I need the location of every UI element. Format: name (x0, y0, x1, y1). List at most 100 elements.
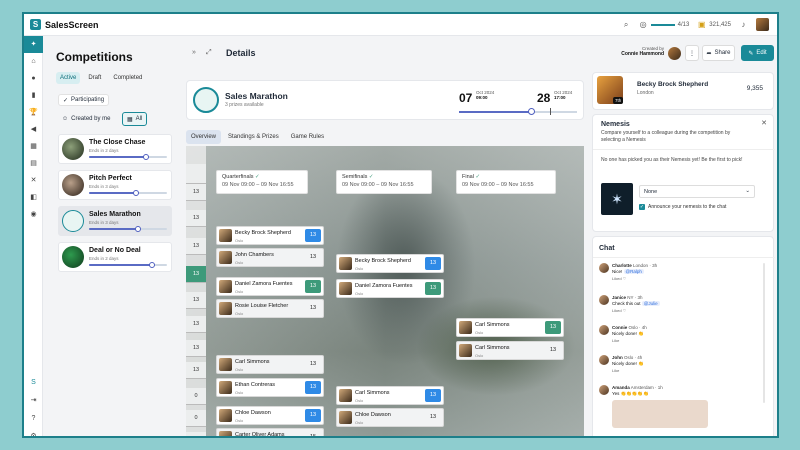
filter-participating-label: Participating (71, 97, 105, 103)
filter-all[interactable]: ▦ All (122, 112, 148, 126)
announce-checkbox[interactable]: ✓ (639, 204, 645, 210)
bracket-participant[interactable]: Daniel Zamora Fuentes Oslo 13 (216, 277, 324, 296)
competition-thumb (62, 246, 84, 268)
participant-score: 13 (425, 389, 441, 402)
bracket-participant[interactable]: Carl Simmons Oslo 13 (456, 318, 564, 337)
settings-icon[interactable]: ⚙ (24, 428, 43, 436)
participant-score: 13 (549, 347, 557, 353)
layers-icon[interactable]: ◧ (24, 189, 43, 206)
avatar (599, 385, 609, 395)
message-image[interactable] (612, 400, 708, 428)
like-button[interactable]: Liked (612, 276, 622, 281)
bracket-participant[interactable]: Ethan Contreras Oslo 13 (216, 378, 324, 397)
like-button[interactable]: Like (612, 338, 619, 343)
competition-progress (89, 226, 167, 232)
target-icon: ◎ (639, 20, 647, 29)
tab-active[interactable]: Active (56, 72, 81, 84)
filter-participating[interactable]: ✓ Participating (58, 94, 110, 106)
participant-name: Carl Simmons (475, 322, 510, 328)
like-button[interactable]: Like (612, 368, 619, 373)
tab-overview[interactable]: Overview (186, 130, 222, 144)
position-cell: 13 (186, 316, 206, 333)
competition-card[interactable]: Deal or No Deal Ends in 2 days (58, 242, 172, 272)
participant-name: Carter Oliver Adams (235, 432, 285, 438)
filter-created-by-me[interactable]: ☺ Created by me (58, 112, 115, 126)
announce-label: Announce your nemesis to the chat (648, 204, 727, 210)
participant-score: 13 (425, 282, 441, 295)
bracket-participant[interactable]: Chloe Dawson Oslo 13 (216, 406, 324, 425)
bracket-participant[interactable]: Daniel Zamora Fuentes Oslo 13 (336, 279, 444, 298)
like-icon: ♡ (622, 276, 627, 281)
sliders-icon[interactable]: ✕ (24, 172, 43, 189)
share-button[interactable]: ➦ Share (702, 45, 735, 61)
participant-name: Chloe Dawson (235, 410, 271, 416)
help-icon[interactable]: ? (24, 410, 43, 427)
end-date: 28 (537, 89, 550, 107)
user-avatar[interactable] (756, 18, 769, 31)
collapse-icon[interactable]: ⇥ (24, 392, 43, 409)
tab-standings-prizes[interactable]: Standings & Prizes (223, 130, 284, 144)
details-area: » ⤢ Details Created by Connie Hammond ⋮ … (178, 36, 777, 438)
participant-name: Carl Simmons (235, 359, 270, 365)
chart-icon[interactable]: ▮ (24, 87, 43, 104)
gift-icon[interactable]: ▤ (24, 155, 43, 172)
participant-score: 13 (305, 229, 321, 242)
bracket-participant[interactable]: Carl Simmons Oslo 13 (456, 341, 564, 360)
user-card[interactable]: 7th Becky Brock Shepherd London 9,355 (592, 72, 774, 110)
competition-card-selected[interactable]: Sales Marathon Ends in 3 days (58, 206, 172, 236)
expand-icon[interactable]: » (192, 49, 196, 56)
tab-game-rules[interactable]: Game Rules (286, 130, 329, 144)
message-location: Amsterdam (630, 385, 654, 390)
check-icon: ✓ (255, 174, 260, 180)
message-time: 1h (657, 385, 663, 390)
competition-icon (193, 87, 219, 113)
message-mention[interactable]: @Julie (641, 301, 660, 306)
participant-office: Oslo (235, 238, 244, 243)
more-button[interactable]: ⋮ (685, 45, 699, 61)
search-icon[interactable]: ⌕ (622, 20, 631, 29)
menu-icon[interactable]: ✦ (24, 36, 43, 53)
start-date: 07 (459, 89, 472, 107)
bracket-participant[interactable]: Carter Oliver AdamsOslo15 (216, 428, 324, 438)
message-mention[interactable]: @Ralph (623, 269, 644, 274)
created-by: Created by Connie Hammond (620, 46, 664, 57)
avatar (599, 263, 609, 273)
top-bar: S SalesScreen ⌕ ◎ 4/13 ▣ 321,425 ♪ (24, 14, 777, 36)
bracket-participant[interactable]: Rosie Louise Fletcher Oslo 13 (216, 299, 324, 318)
close-icon[interactable]: ✕ (761, 119, 767, 127)
check-icon: ✓ (475, 174, 481, 180)
like-button[interactable]: Liked (612, 308, 622, 313)
edit-button[interactable]: ✎ Edit (741, 45, 774, 61)
timeline-knob (528, 108, 535, 115)
message-location: NY (627, 295, 634, 300)
home-icon[interactable]: ⌂ (24, 53, 43, 70)
stat-progress[interactable]: ◎ 4/13 (639, 20, 690, 29)
competition-card[interactable]: The Close Chase Ends in 2 days (58, 134, 172, 164)
bracket-participant[interactable]: Carl Simmons Oslo 13 (336, 386, 444, 405)
avatar (339, 257, 352, 270)
bracket-participant[interactable]: Carl Simmons Oslo 13 (216, 355, 324, 374)
avatar (339, 411, 352, 424)
stat-coins[interactable]: ▣ 321,425 (697, 20, 731, 29)
participant-name: Daniel Zamora Fuentes (355, 283, 413, 289)
fullscreen-icon[interactable]: ⤢ (206, 49, 212, 57)
chat-icon[interactable]: ● (24, 70, 43, 87)
map-pin-icon[interactable]: ◉ (24, 206, 43, 223)
chat-scrollbar[interactable] (763, 263, 765, 403)
calendar-icon[interactable]: ▦ (24, 138, 43, 155)
nemesis-select[interactable]: None ⌄ (639, 185, 755, 198)
competition-ends: Ends in 2 days (89, 148, 119, 153)
participant-name: Carl Simmons (355, 390, 390, 396)
bracket-participant[interactable]: John Chambers Oslo 13 (216, 248, 324, 267)
bell-icon[interactable]: ♪ (739, 20, 748, 29)
tab-completed[interactable]: Completed (109, 72, 146, 84)
bracket-participant[interactable]: Becky Brock Shepherd Oslo 13 (216, 226, 324, 245)
participant-office: Oslo (235, 418, 244, 423)
tab-draft[interactable]: Draft (84, 72, 105, 84)
trophy-icon[interactable]: 🏆 (24, 104, 43, 121)
bracket-participant[interactable]: Becky Brock Shepherd Oslo 13 (336, 254, 444, 273)
bracket-participant[interactable]: Chloe Dawson Oslo 13 (336, 408, 444, 427)
app-logo[interactable]: S SalesScreen (30, 19, 99, 30)
megaphone-icon[interactable]: ◀ (24, 121, 43, 138)
competition-card[interactable]: Pitch Perfect Ends in 3 days (58, 170, 172, 200)
